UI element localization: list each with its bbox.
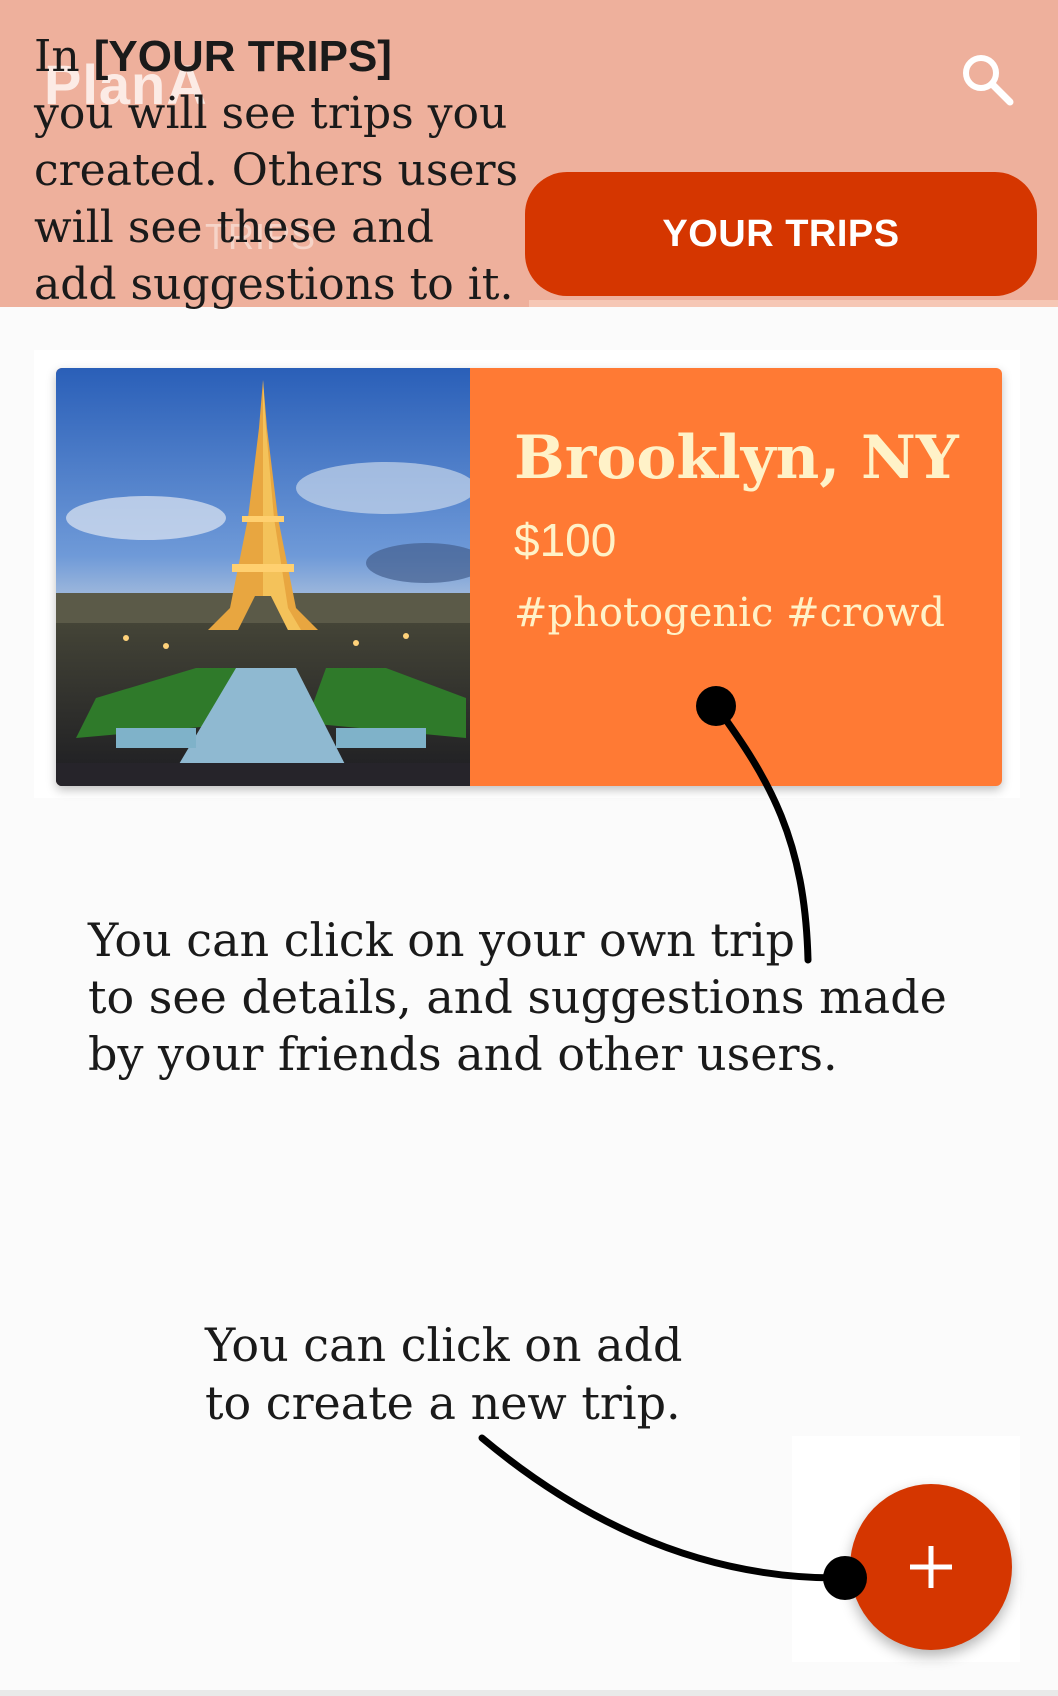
tour-hint-add-button: You can click on add to create a new tri… — [205, 1316, 765, 1432]
trip-title: Brooklyn, NY — [514, 423, 959, 493]
tour-hint-line: to create a new trip. — [205, 1376, 681, 1430]
tab-your-trips[interactable]: YOUR TRIPS — [525, 172, 1037, 296]
tour-hint-your-trips: In [YOUR TRIPS] you will see trips you c… — [34, 28, 554, 313]
trip-card[interactable]: Brooklyn, NY $100 #photogenic #crowd — [56, 368, 1002, 786]
tour-hint-line: you will see trips you — [34, 88, 508, 139]
plus-icon — [910, 1546, 952, 1588]
tour-hint-line: to see details, and suggestions made — [88, 970, 947, 1024]
tour-hint-line: add suggestions to it. — [34, 259, 514, 310]
tour-hint-line: created. Others users — [34, 145, 519, 196]
pointer-line-fab — [478, 1434, 849, 1582]
trip-tags: #photogenic #crowd — [514, 590, 946, 636]
tour-hint-line: by your friends and other users. — [88, 1027, 838, 1081]
tour-hint-line: You can click on your own trip — [88, 913, 796, 967]
tour-hint-line: You can click on add — [205, 1318, 683, 1372]
trip-price: $100 — [514, 514, 617, 566]
tab-indicator — [529, 300, 1058, 307]
bottom-divider — [0, 1690, 1058, 1696]
eiffel-tower-photo — [56, 368, 470, 786]
tour-hint-line: will see these and — [34, 202, 434, 253]
search-icon[interactable] — [958, 50, 1016, 108]
tour-hint-trip-card: You can click on your own trip to see de… — [88, 912, 988, 1083]
add-trip-button[interactable] — [850, 1484, 1012, 1650]
tour-hint-highlight: [YOUR TRIPS] — [93, 32, 392, 81]
tour-hint-prefix: In — [34, 31, 94, 82]
